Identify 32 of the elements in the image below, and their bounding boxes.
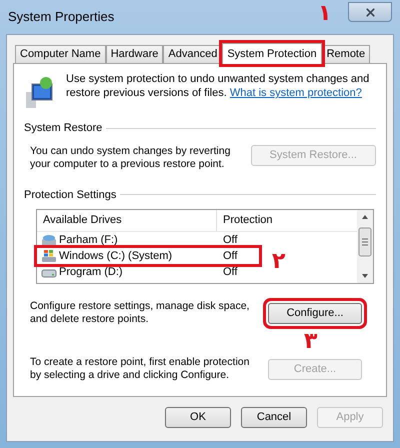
- column-header[interactable]: Protection: [217, 210, 279, 231]
- protection-status: Off: [222, 264, 238, 280]
- protection-status: Off: [222, 248, 238, 264]
- tab[interactable]: System Protection: [222, 43, 322, 64]
- tab[interactable]: Hardware: [106, 45, 164, 63]
- drive-row[interactable]: Windows (C:) (System) Off: [37, 248, 259, 264]
- close-icon: [364, 6, 376, 18]
- drive-icon: [41, 233, 57, 247]
- create-description: To create a restore point, first enable protection by selecting a drive and clicking Configure.: [30, 356, 250, 382]
- close-button[interactable]: [348, 2, 392, 22]
- help-link[interactable]: What is system protection?: [230, 87, 362, 99]
- drive-name: Program (D:): [59, 264, 123, 280]
- drive-row[interactable]: Program (D:) Off: [37, 264, 259, 280]
- intro-text: Use system protection to undo unwanted system changes and restore previous versions of files. What is system protection?: [66, 72, 370, 100]
- scrollbar[interactable]: [357, 210, 373, 283]
- drive-row[interactable]: Parham (F:) Off: [37, 232, 259, 248]
- section-label: System Restore: [24, 121, 102, 136]
- tab[interactable]: Computer Name: [15, 45, 106, 63]
- annotation-number: ۳: [304, 330, 318, 354]
- windows-drive-icon: [41, 249, 57, 263]
- drive-name: Windows (C:) (System): [59, 248, 172, 264]
- drive-name: Parham (F:): [59, 232, 118, 248]
- dialog-button[interactable]: OK: [165, 407, 231, 428]
- window-title: System Properties: [8, 8, 114, 26]
- annotation-number: ۲: [272, 250, 286, 274]
- restore-description: You can undo system changes by reverting your computer to a previous restore point.: [30, 144, 232, 170]
- protection-status: Off: [222, 232, 238, 248]
- column-header[interactable]: Available Drives: [37, 210, 217, 231]
- annotation-number: ۱: [318, 2, 332, 26]
- configure-description: Configure restore settings, manage disk space, and delete restore points.: [30, 300, 250, 326]
- dialog-button[interactable]: Cancel: [241, 407, 307, 428]
- section-label: Protection Settings: [24, 188, 116, 202]
